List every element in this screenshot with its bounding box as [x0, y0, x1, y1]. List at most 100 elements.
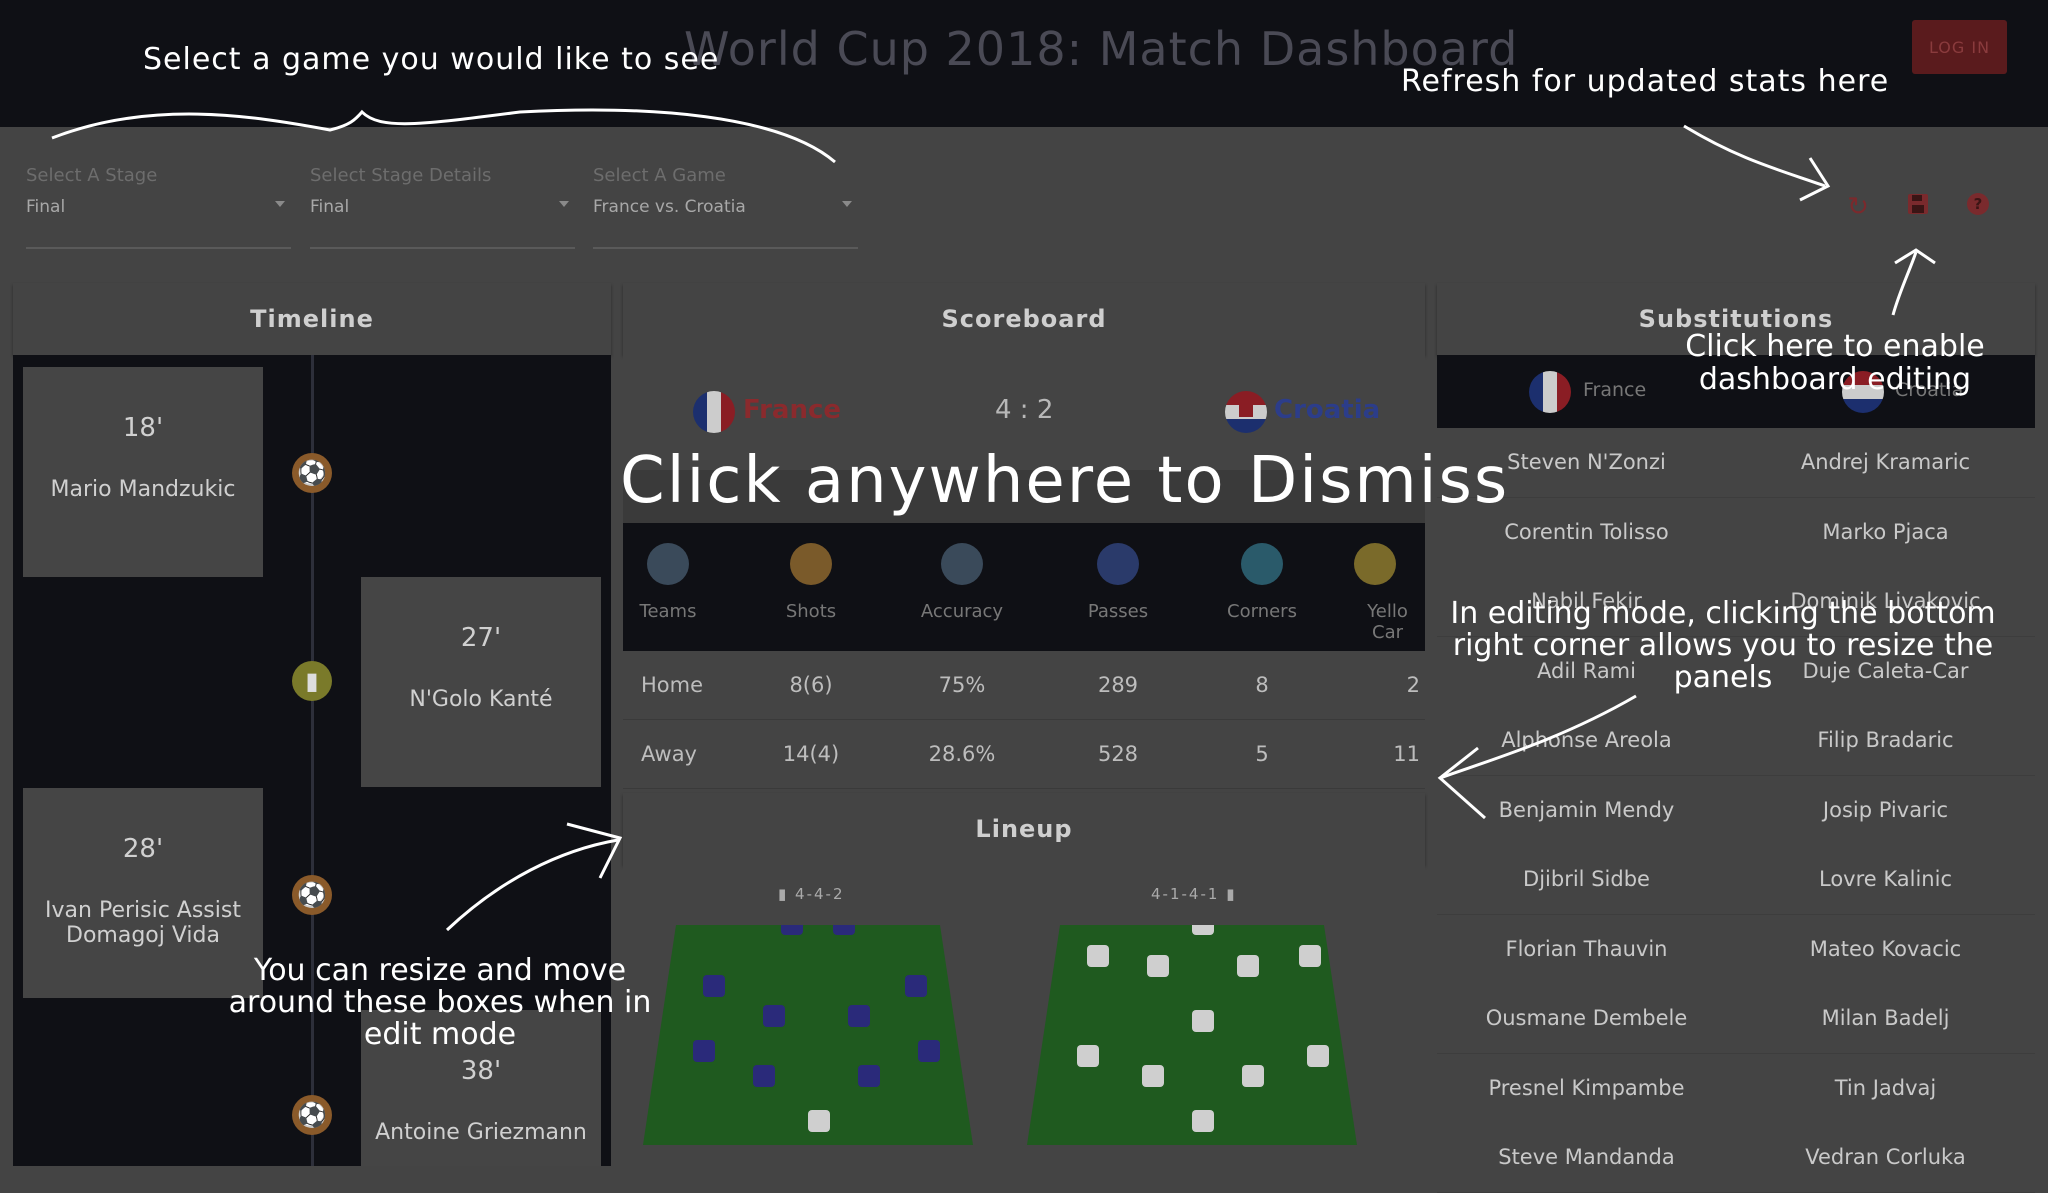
sub-player-away: Vedran Corluka [1805, 1145, 1966, 1169]
player-icon [1192, 1110, 1214, 1132]
sub-player-home: Presnel Kimpambe [1488, 1075, 1685, 1100]
timeline-title: Timeline [13, 283, 611, 355]
refresh-icon[interactable]: ↻ [1843, 192, 1873, 222]
lineup-body: ▮ 4-4-2 4-1-4-1 ▮ [623, 865, 1425, 1166]
stat-col-corners: Corners [1187, 543, 1337, 622]
home-formation-label: 4-4-2 [795, 885, 845, 903]
accuracy-icon [941, 543, 983, 585]
tutorial-refresh: Refresh for updated stats here [1401, 64, 1890, 99]
away-team-name: Croatia [1274, 395, 1381, 425]
stat-row-away: Away 14(4) 28.6% 528 5 11 [623, 720, 1425, 789]
player-icon [703, 975, 725, 997]
lineup-panel[interactable]: Lineup ▮ 4-4-2 4-1-4-1 ▮ [623, 793, 1425, 1166]
event-minute: 28' [122, 834, 164, 864]
player-icon [1192, 1010, 1214, 1032]
stat-col-label: Accuracy [920, 601, 1004, 622]
france-flag-icon [1529, 371, 1571, 413]
sub-player-home: Ousmane Dembele [1485, 1006, 1688, 1030]
player-icon [833, 925, 855, 935]
away-pitch [1027, 925, 1357, 1145]
sub-row: Benjamin Mendy Josip Pivaric [1437, 775, 2035, 846]
home-formation: ▮ 4-4-2 [778, 885, 845, 903]
scoreboard-panel[interactable]: Scoreboard France 4 : 2 Croatia Teams Sh… [623, 283, 1425, 789]
stage-select-value: Final [26, 197, 66, 217]
stat-passes: 528 [1097, 742, 1139, 766]
event-text: Mario Mandzukic [50, 477, 236, 502]
lineup-title: Lineup [623, 793, 1425, 865]
soccer-ball-icon [790, 543, 832, 585]
player-icon [1307, 1045, 1329, 1067]
stat-shots: 8(6) [789, 673, 833, 697]
sub-row: Ousmane Dembele Milan Badelj [1437, 984, 2035, 1054]
chevron-down-icon [275, 201, 285, 207]
stat-yellow: 11 [1393, 742, 1420, 766]
sub-player-home: Florian Thauvin [1505, 936, 1668, 961]
stat-col-label: Corners [1227, 601, 1297, 622]
stat-col-yellow: Yello Car [1350, 543, 1425, 643]
france-flag-icon [693, 391, 735, 433]
stage-select[interactable]: Select A Stage Final [26, 163, 291, 249]
dismiss-overlay-text[interactable]: Click anywhere to Dismiss [620, 444, 1509, 518]
sub-player-away: Tin Jadvaj [1834, 1075, 1937, 1100]
stat-yellow: 2 [1406, 673, 1420, 697]
player-icon [753, 1065, 775, 1087]
player-icon [693, 1040, 715, 1062]
event-text: N'Golo Kanté [409, 687, 553, 712]
yellow-card-icon [1354, 543, 1396, 585]
timeline-event: 27' N'Golo Kanté [361, 577, 601, 787]
event-text: Antoine Griezmann [375, 1120, 587, 1145]
sub-player-away: Milan Badelj [1821, 1006, 1950, 1030]
sub-player-away: Marko Pjaca [1822, 519, 1949, 544]
tutorial-resize-corner: In editing mode, clicking the bottom rig… [1450, 596, 1996, 695]
sub-player-home: Alphonse Areola [1501, 728, 1672, 752]
player-icon [1242, 1065, 1264, 1087]
page-title: World Cup 2018: Match Dashboard [684, 22, 1519, 76]
sub-player-home: Djibril Sidbe [1523, 867, 1650, 891]
game-select-value: France vs. Croatia [593, 197, 746, 217]
sub-player-away: Lovre Kalinic [1818, 867, 1952, 891]
scoreboard-title: Scoreboard [623, 283, 1425, 355]
stat-corners: 8 [1255, 673, 1269, 697]
croatia-flag-icon [1225, 391, 1267, 433]
sub-player-away: Filip Bradaric [1817, 728, 1954, 752]
sub-player-away: Josip Pivaric [1822, 797, 1949, 822]
stat-col-label: Teams [639, 601, 697, 622]
sub-row: Steven N'Zonzi Andrej Kramaric [1437, 428, 2035, 498]
sub-player-away: Mateo Kovacic [1809, 936, 1962, 961]
tutorial-select-game: Select a game you would like to see [143, 42, 720, 77]
player-icon [1087, 945, 1109, 967]
login-button[interactable]: LOG IN [1912, 20, 2007, 74]
passes-icon [1097, 543, 1139, 585]
substitutions-panel[interactable]: Substitutions France Croatia Steven N'Zo… [1437, 283, 2035, 1193]
tutorial-move-boxes: You can resize and move around these box… [228, 953, 652, 1052]
save-icon[interactable] [1903, 192, 1933, 222]
player-icon [808, 1110, 830, 1132]
event-minute: 18' [122, 413, 164, 443]
stage-details-select[interactable]: Select Stage Details Final [310, 163, 575, 249]
chevron-down-icon [559, 201, 569, 207]
tab-france[interactable]: France [1583, 379, 1646, 401]
player-icon [1299, 945, 1321, 967]
stat-shots: 14(4) [782, 742, 840, 766]
stat-accuracy: 28.6% [928, 742, 996, 766]
stat-corners: 5 [1255, 742, 1269, 766]
soccer-ball-icon: ⚽ [292, 453, 332, 493]
help-icon[interactable]: ? [1963, 192, 1993, 222]
stats-header: Teams Shots Accuracy Passes Corners Yell… [623, 523, 1425, 651]
yellow-card-icon: ▮ [292, 661, 332, 701]
stat-col-accuracy: Accuracy [887, 543, 1037, 622]
stage-details-value: Final [310, 197, 350, 217]
stat-col-shots: Shots [736, 543, 886, 622]
player-icon [858, 1065, 880, 1087]
player-icon [763, 1005, 785, 1027]
stat-col-label: Shots [785, 601, 837, 622]
sub-player-home: Steve Mandanda [1498, 1145, 1675, 1169]
stat-col-teams: Teams [593, 543, 743, 622]
stat-col-passes: Passes [1043, 543, 1193, 622]
sub-player-home: Benjamin Mendy [1498, 797, 1675, 822]
sub-player-away: Andrej Kramaric [1800, 450, 1971, 474]
player-icon [781, 925, 803, 935]
sub-row: Corentin Tolisso Marko Pjaca [1437, 497, 2035, 568]
game-select[interactable]: Select A Game France vs. Croatia [593, 163, 858, 249]
timeline-event: 18' Mario Mandzukic [23, 367, 263, 577]
